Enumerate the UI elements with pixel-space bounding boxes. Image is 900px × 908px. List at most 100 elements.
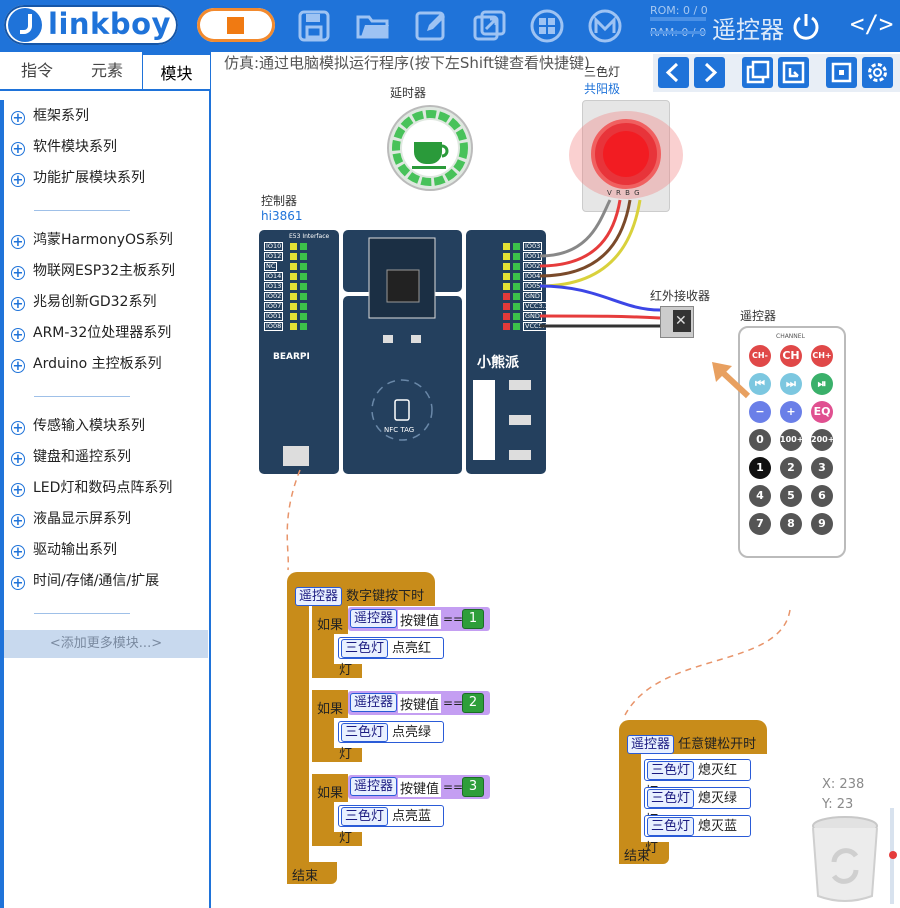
- pin-row: IO01: [264, 312, 336, 321]
- action-module-pill[interactable]: 三色灯: [647, 789, 695, 808]
- open-folder-icon[interactable]: [355, 9, 391, 43]
- action-block[interactable]: 三色灯 熄灭蓝灯: [644, 815, 751, 856]
- panel-scrollbar[interactable]: [0, 100, 4, 908]
- event-block-header[interactable]: 遥控器 数字键按下时: [287, 582, 435, 606]
- stop-simulation-button[interactable]: [197, 8, 275, 42]
- controller-board[interactable]: E53 Interface BEARPI 小熊派 NFC TAG IO10 IO1…: [259, 230, 551, 474]
- zoom-slider-handle[interactable]: [889, 851, 897, 859]
- category-item[interactable]: + 液晶显示屏系列: [11, 507, 131, 531]
- category-item[interactable]: + 时间/存储/通信/扩展: [11, 569, 159, 593]
- event2-module-pill[interactable]: 遥控器: [627, 735, 675, 754]
- category-item[interactable]: + 框架系列: [11, 104, 89, 128]
- remote-key[interactable]: 200+: [811, 429, 834, 451]
- category-label: 驱动输出系列: [33, 542, 117, 558]
- category-label: 液晶显示屏系列: [33, 511, 131, 527]
- category-item[interactable]: + 键盘和遥控系列: [11, 445, 131, 469]
- tab-commands[interactable]: 指令: [0, 52, 74, 90]
- pin-header: [300, 243, 307, 250]
- action-block[interactable]: 三色灯熄灭绿灯: [644, 787, 751, 828]
- action-block[interactable]: 三色灯 点亮绿灯: [338, 721, 444, 762]
- pin-label: IO12: [264, 252, 284, 261]
- category-item[interactable]: + 驱动输出系列: [11, 538, 117, 562]
- condition-block[interactable]: 遥控器 按键值 == 3: [348, 775, 490, 799]
- action-module-pill[interactable]: 三色灯: [647, 761, 695, 780]
- remote-key[interactable]: 0: [749, 429, 771, 451]
- next-icon[interactable]: [694, 57, 725, 88]
- category-label: Arduino 主控板系列: [33, 356, 162, 372]
- category-item[interactable]: + 兆易创新GD32系列: [11, 290, 156, 314]
- category-item[interactable]: + 鸿蒙HarmonyOS系列: [11, 228, 173, 252]
- power-icon[interactable]: [790, 10, 822, 42]
- trash-icon[interactable]: [808, 814, 882, 904]
- edit-icon[interactable]: [413, 9, 449, 43]
- action-module-pill[interactable]: 三色灯: [647, 817, 695, 836]
- tab-modules[interactable]: 模块: [142, 52, 211, 90]
- condition-block[interactable]: 遥控器 按键值 == 2: [348, 691, 490, 715]
- category-item[interactable]: + LED灯和数码点阵系列: [11, 476, 172, 500]
- if-block[interactable]: 如果 遥控器 按键值 == 3 三色灯 点亮蓝灯: [312, 774, 492, 846]
- category-item[interactable]: + 功能扩展模块系列: [11, 166, 145, 190]
- pin-header: [503, 313, 510, 320]
- pin-row: IO07: [264, 302, 336, 311]
- category-item[interactable]: + 传感输入模块系列: [11, 414, 145, 438]
- grid-icon[interactable]: [529, 9, 565, 43]
- category-item[interactable]: + 软件模块系列: [11, 135, 117, 159]
- pin-header: [290, 293, 297, 300]
- prev-icon[interactable]: [658, 57, 689, 88]
- save-icon[interactable]: [296, 9, 332, 43]
- tab-divider: [0, 89, 210, 91]
- pin-row: IO14: [264, 272, 336, 281]
- remote-key[interactable]: CH: [780, 345, 802, 367]
- pin-header: [290, 313, 297, 320]
- remote-key[interactable]: +: [780, 401, 802, 423]
- remote-key[interactable]: 3: [811, 457, 833, 479]
- pin-header: [300, 313, 307, 320]
- remote-key[interactable]: CH+: [811, 345, 833, 367]
- condition-block[interactable]: 遥控器 按键值 == 1: [348, 607, 490, 631]
- key-module-pill[interactable]: 遥控器: [350, 777, 398, 796]
- key-number[interactable]: 3: [462, 777, 484, 797]
- remote-key[interactable]: 9: [811, 513, 833, 535]
- m-logo-icon[interactable]: [587, 9, 623, 43]
- tab-elements[interactable]: 元素: [72, 52, 142, 90]
- category-item[interactable]: + Arduino 主控板系列: [11, 352, 162, 376]
- category-item[interactable]: + 物联网ESP32主板系列: [11, 259, 175, 283]
- fit-icon[interactable]: [826, 57, 857, 88]
- add-more-modules-button[interactable]: <添加更多模块...>: [4, 630, 208, 658]
- key-module-pill[interactable]: 遥控器: [350, 609, 398, 628]
- led-core: [603, 131, 649, 177]
- if-block[interactable]: 如果 遥控器 按键值 == 2 三色灯 点亮绿灯: [312, 690, 492, 762]
- key-number[interactable]: 2: [462, 693, 484, 713]
- settings-icon[interactable]: [862, 57, 893, 88]
- code-view-icon[interactable]: </>: [850, 10, 898, 40]
- remote-key[interactable]: ⏭: [780, 373, 802, 395]
- event2-block-header[interactable]: 遥控器 任意键松开时: [619, 730, 767, 754]
- action-block[interactable]: 三色灯熄灭红灯: [644, 759, 751, 800]
- if-block[interactable]: 如果 遥控器 按键值 == 1 三色灯 点亮红灯: [312, 606, 492, 678]
- event-module-pill[interactable]: 遥控器: [295, 587, 343, 606]
- category-label: 框架系列: [33, 108, 89, 124]
- key-number[interactable]: 1: [462, 609, 484, 629]
- expand-icon: +: [11, 328, 25, 343]
- category-label: 鸿蒙HarmonyOS系列: [33, 232, 173, 248]
- remote-key[interactable]: 100+: [780, 429, 803, 451]
- pin-header: [290, 263, 297, 270]
- export-icon[interactable]: [471, 9, 507, 43]
- copy-icon[interactable]: [742, 57, 773, 88]
- remote-key[interactable]: −: [749, 401, 771, 423]
- remote-key[interactable]: 6: [811, 485, 833, 507]
- insert-icon[interactable]: [778, 57, 809, 88]
- action-module-pill[interactable]: 三色灯: [341, 639, 389, 658]
- pin-header: [290, 273, 297, 280]
- key-module-pill[interactable]: 遥控器: [350, 693, 398, 712]
- remote-key[interactable]: ⏯: [811, 373, 833, 395]
- action-block[interactable]: 三色灯 点亮红灯: [338, 637, 444, 678]
- expand-icon: +: [11, 514, 25, 529]
- remote-key[interactable]: EQ: [811, 401, 833, 423]
- action-module-pill[interactable]: 三色灯: [341, 807, 389, 826]
- action-module-pill[interactable]: 三色灯: [341, 723, 389, 742]
- timer-module[interactable]: [386, 104, 474, 192]
- pin-row: IO13: [264, 282, 336, 291]
- category-item[interactable]: + ARM-32位处理器系列: [11, 321, 171, 345]
- action-block[interactable]: 三色灯 点亮蓝灯: [338, 805, 444, 846]
